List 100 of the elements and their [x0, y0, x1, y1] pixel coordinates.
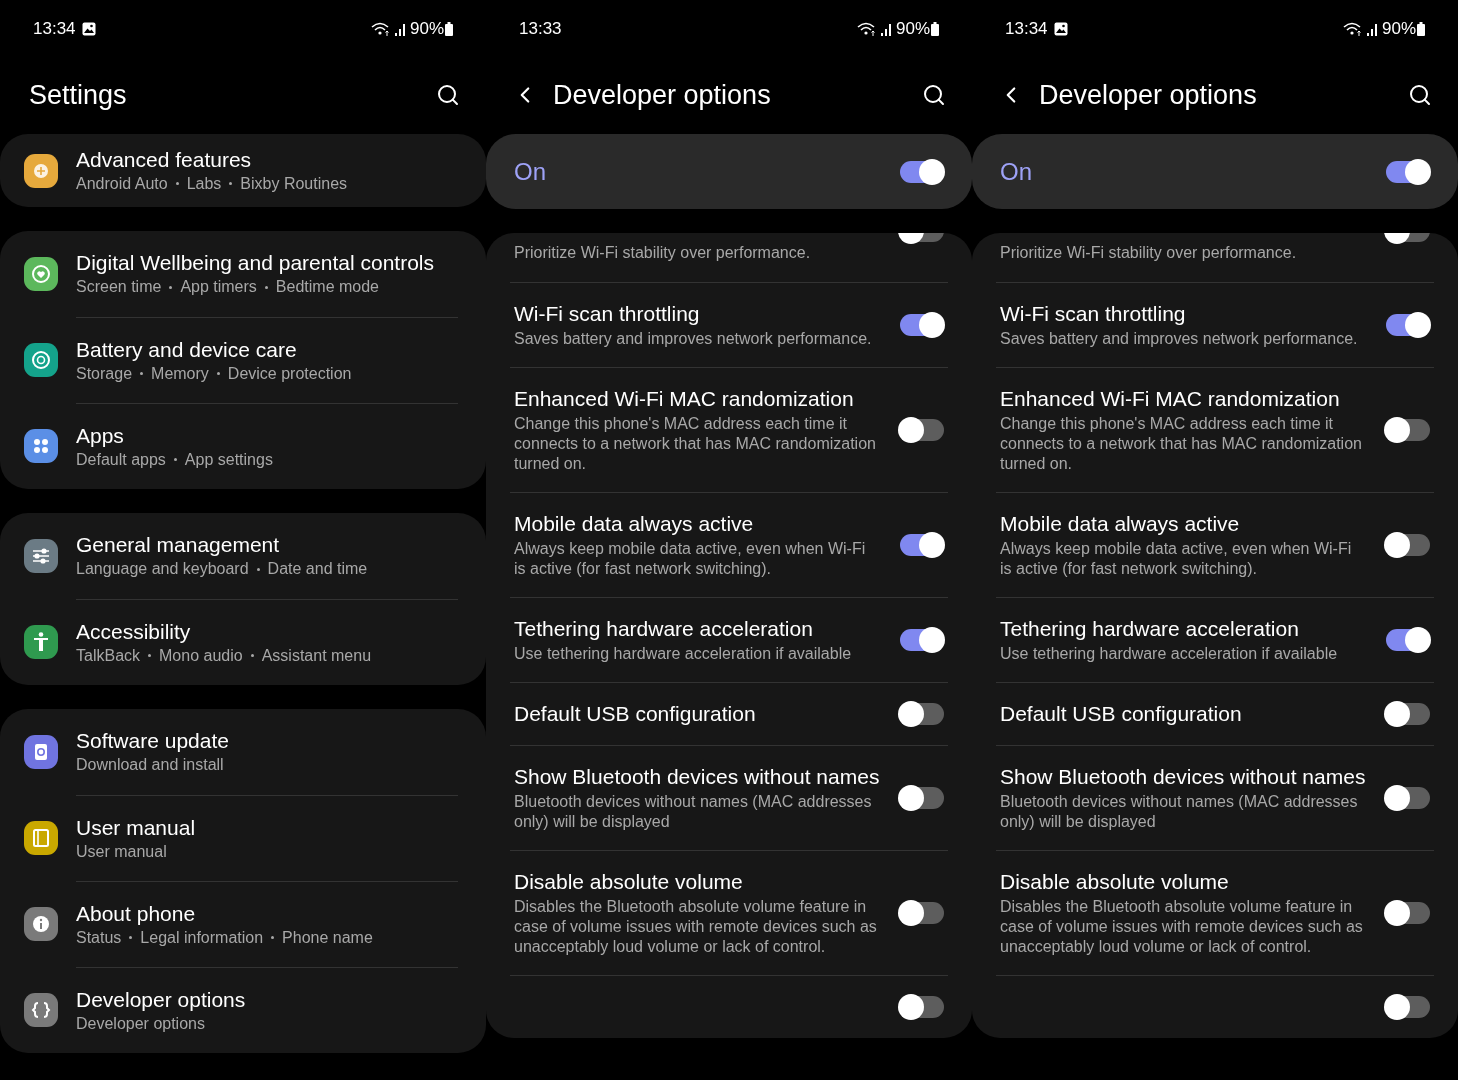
- wifi-icon: [370, 22, 391, 36]
- settings-item-title[interactable]: General management: [76, 532, 458, 558]
- battery-icon: [931, 22, 939, 36]
- toggle-switch[interactable]: [900, 534, 944, 556]
- battery-percent: 90%: [409, 18, 444, 41]
- settings-item-subtitle: Storage: [76, 363, 133, 384]
- toggle-switch[interactable]: [1386, 314, 1430, 336]
- battery-icon: [1417, 22, 1425, 36]
- settings-item-subtitle: Android Auto: [76, 173, 168, 194]
- wifi-icon: [856, 22, 877, 36]
- battery-percent: 90%: [895, 18, 930, 41]
- toggle-switch[interactable]: [900, 996, 944, 1018]
- settings-item-subtitle: Date and time: [267, 559, 368, 579]
- option-description: Always keep mobile data active, even when Wi-Fi is active (for fast network switching).: [514, 539, 867, 579]
- option-title[interactable]: Default USB configuration: [514, 701, 880, 727]
- master-switch-label: On: [1000, 156, 1033, 187]
- status-time: 13:34: [1005, 18, 1048, 41]
- settings-item-title[interactable]: Software update: [76, 728, 458, 754]
- option-title[interactable]: Wi-Fi scan throttling: [1000, 301, 1366, 327]
- settings-item-title[interactable]: Apps: [76, 422, 458, 449]
- settings-item-title[interactable]: Battery and device care: [76, 336, 458, 363]
- settings-item-subtitle: Language and keyboard: [76, 559, 249, 579]
- master-switch-bar[interactable]: On: [972, 134, 1458, 209]
- settings-item-title[interactable]: About phone: [76, 900, 458, 927]
- option-description: Disables the Bluetooth absolute volume feature in case of volume issues with remote devices such as unacceptably loud volume or lack of control.: [1000, 897, 1364, 957]
- toggle-switch[interactable]: [1386, 902, 1430, 924]
- option-description: Use tethering hardware acceleration if available: [514, 644, 853, 664]
- toggle-switch[interactable]: [900, 703, 944, 725]
- settings-item-subtitle: App timers: [180, 277, 257, 297]
- settings-item-title[interactable]: User manual: [76, 814, 458, 841]
- settings-item-subtitle: Default apps: [76, 449, 166, 470]
- toggle-switch[interactable]: [1386, 787, 1430, 809]
- option-title[interactable]: Disable absolute volume: [1000, 869, 1366, 895]
- battery-percent: 90%: [1381, 18, 1416, 41]
- option-description: Saves battery and improves network performance.: [1000, 329, 1359, 349]
- option-description: Prioritize Wi-Fi stability over performance.: [514, 243, 812, 263]
- settings-item-title[interactable]: Advanced features: [76, 146, 458, 173]
- toggle-switch[interactable]: [900, 314, 944, 336]
- toggle-switch[interactable]: [900, 160, 944, 183]
- settings-item-subtitle: Download and install: [76, 755, 224, 775]
- signal-icon: [393, 22, 407, 36]
- toggle-switch[interactable]: [1386, 996, 1430, 1018]
- option-description: Bluetooth devices without names (MAC addresses only) will be displayed: [514, 792, 873, 832]
- settings-item-title[interactable]: Developer options: [76, 986, 458, 1013]
- settings-item-subtitle: Mono audio: [159, 645, 243, 666]
- settings-item-title[interactable]: Accessibility: [76, 618, 458, 645]
- toggle-switch[interactable]: [1386, 629, 1430, 651]
- option-title[interactable]: Tethering hardware acceleration: [514, 616, 880, 642]
- option-title[interactable]: Show Bluetooth devices without names: [1000, 764, 1366, 790]
- image-icon: [1053, 22, 1068, 36]
- screen-title: Settings: [29, 78, 128, 112]
- toggle-switch[interactable]: [1386, 160, 1430, 183]
- screen-title: Developer options: [553, 78, 772, 112]
- status-time: 13:33: [519, 18, 562, 41]
- settings-item-subtitle: Assistant menu: [261, 645, 372, 666]
- settings-item-subtitle: TalkBack: [76, 645, 141, 666]
- settings-item-title[interactable]: Digital Wellbeing and parental controls: [76, 250, 458, 276]
- settings-item-subtitle: Memory: [151, 363, 209, 384]
- option-description: Always keep mobile data active, even when Wi-Fi is active (for fast network switching).: [1000, 539, 1353, 579]
- toggle-switch[interactable]: [1386, 703, 1430, 725]
- option-title[interactable]: Default USB configuration: [1000, 701, 1366, 727]
- search-icon[interactable]: [1408, 83, 1432, 107]
- search-icon[interactable]: [922, 83, 946, 107]
- settings-item-subtitle: Bedtime mode: [275, 277, 379, 297]
- option-title[interactable]: Enhanced Wi-Fi MAC randomization: [1000, 386, 1366, 412]
- settings-item-subtitle: Legal information: [140, 927, 264, 948]
- option-description: Bluetooth devices without names (MAC addresses only) will be displayed: [1000, 792, 1359, 832]
- option-description: Disables the Bluetooth absolute volume feature in case of volume issues with remote devices such as unacceptably loud volume or lack of control.: [514, 897, 878, 957]
- toggle-switch[interactable]: [900, 902, 944, 924]
- signal-icon: [879, 22, 893, 36]
- toggle-switch[interactable]: [900, 629, 944, 651]
- toggle-switch[interactable]: [900, 419, 944, 441]
- settings-item-subtitle: Labs: [186, 173, 222, 194]
- image-icon: [81, 22, 96, 36]
- status-time: 13:34: [33, 18, 76, 41]
- wifi-icon: [1342, 22, 1363, 36]
- option-title[interactable]: Wi-Fi scan throttling: [514, 301, 880, 327]
- toggle-switch[interactable]: [1386, 534, 1430, 556]
- settings-item-subtitle: Bixby Routines: [240, 173, 348, 194]
- settings-item-subtitle: Screen time: [76, 277, 162, 297]
- option-description: Use tethering hardware acceleration if available: [1000, 644, 1339, 664]
- option-title[interactable]: Enhanced Wi-Fi MAC randomization: [514, 386, 880, 412]
- settings-item-subtitle: Device protection: [227, 363, 352, 384]
- option-description: Prioritize Wi-Fi stability over performance.: [1000, 243, 1298, 263]
- option-description: Change this phone's MAC address each time it connects to a network that has MAC randomization turned on.: [514, 414, 877, 474]
- signal-icon: [1365, 22, 1379, 36]
- master-switch-bar[interactable]: On: [486, 134, 972, 209]
- toggle-switch[interactable]: [1386, 419, 1430, 441]
- screen-title: Developer options: [1039, 78, 1258, 112]
- option-title[interactable]: Mobile data always active: [514, 511, 880, 537]
- option-description: Saves battery and improves network performance.: [514, 329, 873, 349]
- option-title[interactable]: Mobile data always active: [1000, 511, 1366, 537]
- settings-item-subtitle: App settings: [184, 449, 273, 470]
- toggle-switch[interactable]: [900, 787, 944, 809]
- option-title[interactable]: Disable absolute volume: [514, 869, 880, 895]
- option-title[interactable]: Tethering hardware acceleration: [1000, 616, 1366, 642]
- settings-item-subtitle: User manual: [76, 841, 167, 862]
- settings-item-subtitle: Developer options: [76, 1013, 205, 1034]
- search-icon[interactable]: [436, 83, 460, 107]
- option-title[interactable]: Show Bluetooth devices without names: [514, 764, 880, 790]
